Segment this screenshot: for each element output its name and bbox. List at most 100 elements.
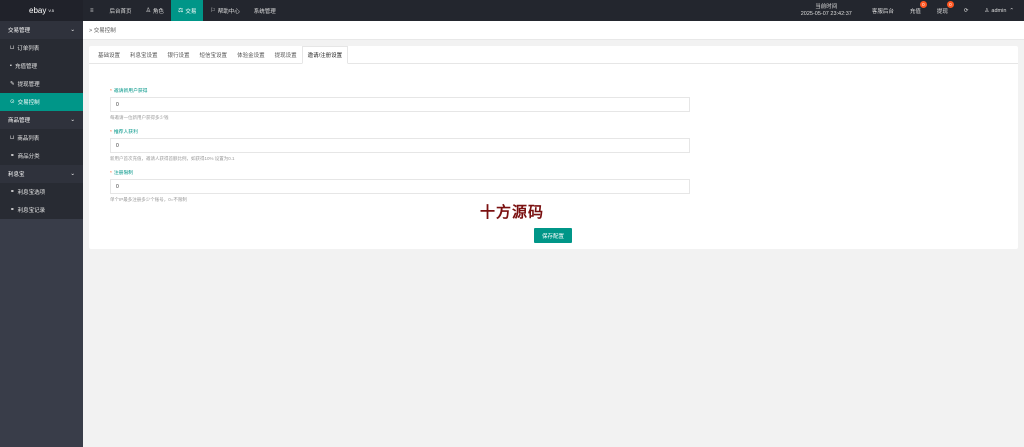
withdraw-label: 提现 [936, 8, 948, 15]
field-referrer-profit: * 推荐人获利 0 新用户首次充值，邀请人获得首额比例，如获得10% 设置为0.1 [110, 128, 690, 162]
withdraw-link[interactable]: 提现 0 [929, 0, 956, 21]
sidebar-item-label: 利息宝记录 [17, 208, 46, 214]
field-label: * 邀请新用户获得 [110, 89, 148, 94]
tab-trial[interactable]: 体验金设置 [232, 46, 270, 63]
nav-trade-label: 交易 [185, 8, 197, 15]
wrench-icon: ✎ [10, 81, 15, 87]
field-hint: 单个IP最多注册多少个账号，0=不限制 [110, 197, 187, 202]
field-hint: 每邀请一位新用户获得多少钱 [110, 115, 169, 120]
sidebar-item-orders[interactable]: ⊔ 订单列表 [0, 39, 83, 57]
nav-system-label: 系统管理 [253, 8, 276, 15]
sidebar-item-label: 订单列表 [17, 46, 40, 52]
tab-basic[interactable]: 基础设置 [93, 46, 125, 63]
sidebar-item-withdraw[interactable]: ✎ 提现管理 [0, 75, 83, 93]
nav-home-label: 后台首页 [109, 8, 132, 15]
sidebar-item-label: 商品分类 [17, 154, 40, 160]
time-value: 2025-05-07 23:42:37 [800, 10, 852, 17]
chevron-up-icon: ⌃ [1009, 7, 1014, 14]
tab-sms[interactable]: 短信宝设置 [195, 46, 233, 63]
chat-icon: ▪ [10, 63, 12, 69]
breadcrumb: > 交易控制 [83, 21, 1024, 40]
tab-withdraw[interactable]: 提现设置 [270, 46, 302, 63]
field-hint: 新用户首次充值，邀请人获得首额比例，如获得10% 设置为0.1 [110, 156, 235, 161]
sidebar-group-interest[interactable]: 利息宝 ⌄ [0, 165, 83, 183]
menu-toggle-button[interactable]: ≡ [83, 0, 103, 21]
settings-card: 基础设置 利息宝设置 银行设置 短信宝设置 体验金设置 提现设置 邀请/注册设置… [89, 46, 1018, 249]
nav-trade[interactable]: ⚖ 交易 [170, 0, 204, 21]
user-name: admin [991, 7, 1007, 14]
sidebar-item-label: 利息宝选项 [17, 190, 46, 196]
invite-reward-input[interactable]: 0 [110, 97, 690, 112]
chevron-down-icon: ⌄ [70, 27, 75, 33]
cart-icon: ⊔ [10, 45, 15, 51]
app-logo[interactable]: ebay V.5 [0, 0, 83, 21]
field-label-text: 邀请新用户获得 [113, 89, 148, 94]
scale-icon: ⚖ [177, 8, 184, 14]
refresh-icon: ⟳ [963, 7, 969, 14]
top-right-area: 当前时间 2025-05-07 23:42:37 客服后台 充值 0 提现 0 ⟳ … [789, 0, 1024, 21]
current-time: 当前时间 2025-05-07 23:42:37 [789, 4, 864, 18]
tab-invite-register[interactable]: 邀请/注册设置 [301, 46, 349, 64]
tab-interest[interactable]: 利息宝设置 [125, 46, 163, 63]
nav-system[interactable]: 系统管理 [247, 0, 283, 21]
recharge-label: 充值 [909, 8, 921, 15]
menu-icon: ≡ [90, 7, 94, 14]
refresh-button[interactable]: ⟳ [956, 0, 977, 21]
nav-roles-label: 角色 [152, 8, 164, 15]
sidebar-item-trade-control[interactable]: ⊙ 交易控制 [0, 93, 83, 111]
sidebar-item-goods-list[interactable]: ⊔ 商品列表 [0, 129, 83, 147]
breadcrumb-text: > 交易控制 [89, 28, 116, 34]
tab-bank[interactable]: 银行设置 [163, 46, 195, 63]
top-bar: ebay V.5 ≡ 后台首页 ♙ 角色 ⚖ 交易 ⚐ 帮助中心 系统管理 当前时间 2… [0, 0, 1024, 21]
referrer-profit-input[interactable]: 0 [110, 138, 690, 153]
sidebar-item-interest-records[interactable]: ⚭ 利息宝记录 [0, 201, 83, 219]
withdraw-badge: 0 [946, 1, 954, 8]
user-icon: ♙ [145, 8, 151, 14]
sidebar-group-trade[interactable]: 交易管理 ⌄ [0, 21, 83, 39]
logo-text: ebay [29, 6, 47, 15]
sidebar-item-label: 充值管理 [14, 64, 37, 70]
nav-help[interactable]: ⚐ 帮助中心 [203, 0, 246, 21]
field-invite-reward: * 邀请新用户获得 0 每邀请一位新用户获得多少钱 [110, 87, 690, 121]
logo-version: V.5 [48, 8, 54, 13]
cart-icon: ⊔ [10, 135, 15, 141]
chevron-down-icon: ⌄ [70, 171, 75, 177]
user-menu[interactable]: ♙ admin ⌃ [976, 0, 1024, 21]
nav-home[interactable]: 后台首页 [103, 0, 139, 21]
flag-icon: ⚐ [210, 8, 216, 14]
dashboard-icon: ⊙ [10, 99, 15, 105]
link-icon: ⚭ [10, 189, 15, 195]
watermark: 十方源码 [480, 203, 545, 221]
time-label: 当前时间 [815, 3, 838, 10]
field-label: * 推荐人获利 [110, 130, 138, 135]
register-limit-input[interactable]: 0 [110, 179, 690, 194]
service-label: 客服后台 [871, 8, 894, 15]
chevron-down-icon: ⌄ [70, 117, 75, 123]
field-label-text: 注册限制 [113, 171, 134, 176]
top-nav: ≡ 后台首页 ♙ 角色 ⚖ 交易 ⚐ 帮助中心 系统管理 [83, 0, 283, 21]
recharge-badge: 0 [919, 1, 927, 8]
link-icon: ⚭ [10, 207, 15, 213]
sidebar-item-label: 提现管理 [17, 82, 40, 88]
nav-roles[interactable]: ♙ 角色 [139, 0, 171, 21]
recharge-link[interactable]: 充值 0 [902, 0, 929, 21]
sidebar-item-label: 交易控制 [17, 100, 40, 106]
sidebar-item-interest-options[interactable]: ⚭ 利息宝选项 [0, 183, 83, 201]
nav-help-label: 帮助中心 [217, 8, 240, 15]
field-label-text: 推荐人获利 [113, 130, 138, 135]
settings-tabs: 基础设置 利息宝设置 银行设置 短信宝设置 体验金设置 提现设置 邀请/注册设置 [89, 46, 1018, 64]
sidebar-item-recharge[interactable]: ▪ 充值管理 [0, 57, 83, 75]
sidebar-item-label: 商品列表 [17, 136, 40, 142]
user-icon: ♙ [984, 7, 990, 14]
sidebar: 交易管理 ⌄ ⊔ 订单列表 ▪ 充值管理 ✎ 提现管理 ⊙ 交易控制 商品管理 ⌄ ⊔ 商品列… [0, 21, 83, 447]
save-button[interactable]: 保存配置 [534, 228, 572, 243]
field-label: * 注册限制 [110, 171, 134, 176]
sidebar-item-goods-category[interactable]: ⚭ 商品分类 [0, 147, 83, 165]
settings-form: * 邀请新用户获得 0 每邀请一位新用户获得多少钱 * 推荐人获利 0 新用户首次充… [89, 64, 1018, 249]
sidebar-group-label: 交易管理 [8, 28, 31, 34]
sidebar-group-label: 利息宝 [8, 172, 25, 178]
sidebar-group-goods[interactable]: 商品管理 ⌄ [0, 111, 83, 129]
field-register-limit: * 注册限制 0 单个IP最多注册多少个账号，0=不限制 [110, 169, 690, 203]
service-link[interactable]: 客服后台 [864, 0, 902, 21]
sidebar-group-label: 商品管理 [8, 118, 31, 124]
